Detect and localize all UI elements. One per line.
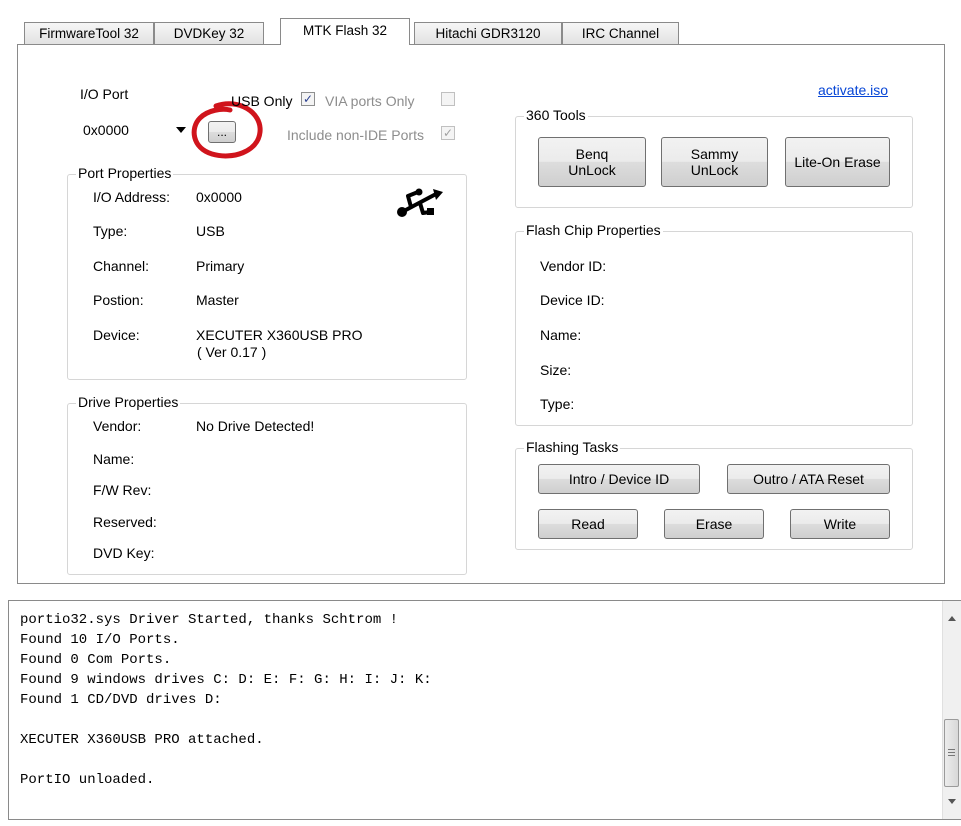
- flash-chip-label: Name:: [540, 327, 582, 343]
- read-button[interactable]: Read: [538, 509, 638, 539]
- tools-360-title: 360 Tools: [524, 107, 588, 123]
- non-ide-checkbox[interactable]: ✓: [441, 126, 455, 140]
- drive-label: F/W Rev:: [93, 482, 152, 498]
- usb-icon: [397, 188, 443, 217]
- write-button[interactable]: Write: [790, 509, 890, 539]
- activate-iso-link[interactable]: activate.iso: [818, 82, 888, 98]
- grip-icon: [948, 752, 955, 753]
- log-scrollbar[interactable]: [942, 601, 961, 819]
- lite-on-erase-button[interactable]: Lite-On Erase: [785, 137, 890, 187]
- port-value: XECUTER X360USB PRO: [196, 327, 363, 343]
- sammy-unlock-button[interactable]: Sammy UnLock: [661, 137, 768, 187]
- usb-only-checkbox[interactable]: ✓: [301, 92, 315, 106]
- scroll-thumb[interactable]: [944, 719, 959, 787]
- via-ports-label: VIA ports Only: [325, 93, 415, 109]
- flash-chip-label: Type:: [540, 396, 575, 412]
- port-label: I/O Address:: [93, 189, 171, 205]
- flashing-tasks-title: Flashing Tasks: [524, 439, 621, 455]
- benq-unlock-button[interactable]: Benq UnLock: [538, 137, 646, 187]
- drive-label: DVD Key:: [93, 545, 155, 561]
- io-port-label: I/O Port: [80, 86, 129, 102]
- drive-label: Reserved:: [93, 514, 157, 530]
- scroll-up-icon[interactable]: [948, 616, 956, 621]
- tab-hitachi[interactable]: Hitachi GDR3120: [414, 22, 562, 44]
- port-value: Master: [196, 292, 239, 308]
- flash-chip-label: Vendor ID:: [540, 258, 607, 274]
- device-version: ( Ver 0.17 ): [197, 344, 267, 360]
- flash-chip-title: Flash Chip Properties: [524, 222, 663, 238]
- drive-properties-title: Drive Properties: [76, 394, 181, 410]
- intro-device-id-button[interactable]: Intro / Device ID: [538, 464, 700, 494]
- port-label: Postion:: [93, 292, 144, 308]
- drive-label: Name:: [93, 451, 135, 467]
- io-port-combo[interactable]: 0x0000: [80, 120, 198, 142]
- tab-irc-channel[interactable]: IRC Channel: [562, 22, 679, 44]
- tab-mtk-flash[interactable]: MTK Flash 32: [280, 18, 410, 45]
- chevron-down-icon[interactable]: [176, 127, 186, 133]
- erase-button[interactable]: Erase: [664, 509, 764, 539]
- flash-chip-label: Device ID:: [540, 292, 605, 308]
- port-label: Device:: [93, 327, 140, 343]
- port-value: 0x0000: [196, 189, 242, 205]
- log-text: portio32.sys Driver Started, thanks Scht…: [20, 612, 432, 788]
- tab-firmwaretool[interactable]: FirmwareTool 32: [24, 22, 154, 44]
- outro-ata-reset-button[interactable]: Outro / ATA Reset: [727, 464, 890, 494]
- io-port-value: 0x0000: [83, 122, 129, 138]
- port-label: Type:: [93, 223, 128, 239]
- drive-label: Vendor:: [93, 418, 142, 434]
- tab-dvdkey[interactable]: DVDKey 32: [154, 22, 264, 44]
- log-output[interactable]: portio32.sys Driver Started, thanks Scht…: [8, 600, 961, 820]
- port-label: Channel:: [93, 258, 150, 274]
- flash-chip-label: Size:: [540, 362, 572, 378]
- usb-only-label: USB Only: [231, 93, 293, 109]
- scroll-down-icon[interactable]: [948, 799, 956, 804]
- port-value: Primary: [196, 258, 245, 274]
- port-properties-title: Port Properties: [76, 165, 174, 181]
- non-ide-label: Include non-IDE Ports: [287, 127, 424, 143]
- port-value: USB: [196, 223, 225, 239]
- drive-value: No Drive Detected!: [196, 418, 315, 434]
- via-ports-checkbox[interactable]: [441, 92, 455, 106]
